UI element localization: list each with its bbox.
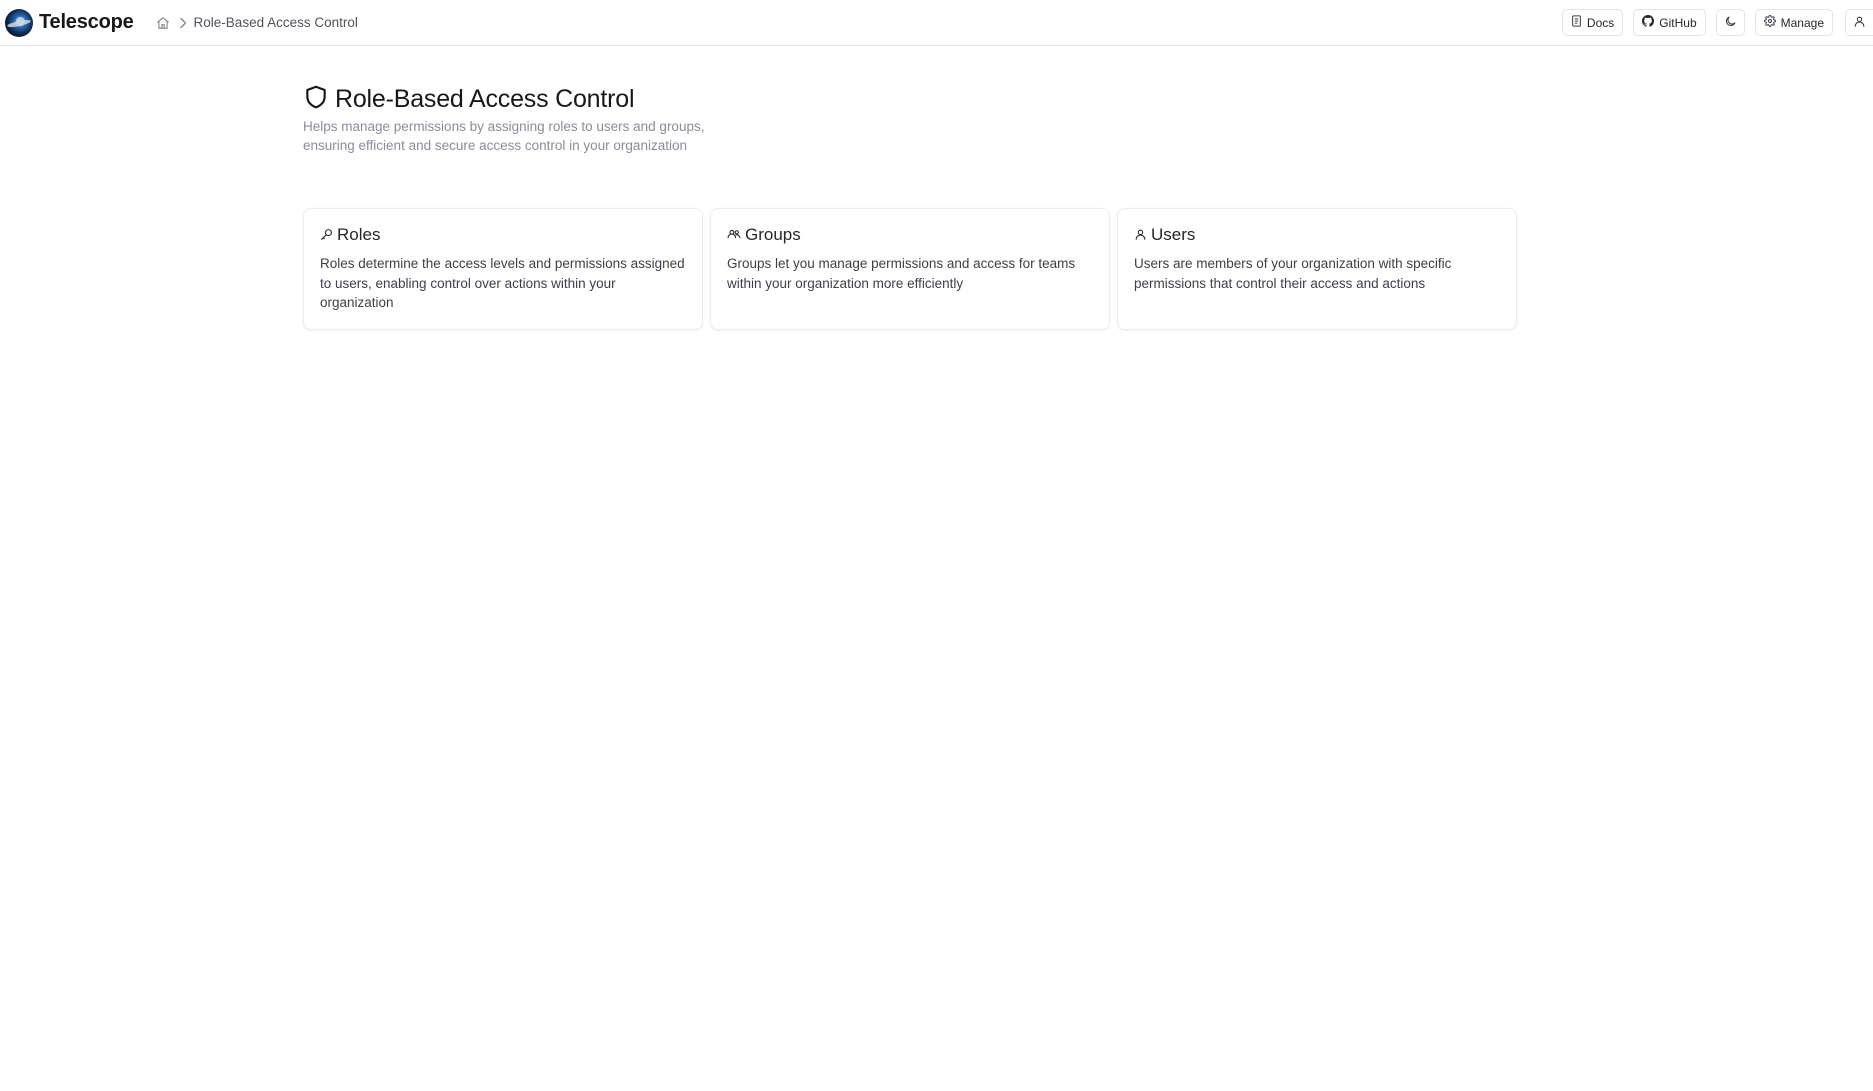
document-icon [1571, 15, 1587, 30]
groups-card-description: Groups let you manage permissions and ac… [727, 256, 1076, 291]
groups-card-header: Groups [727, 225, 1093, 245]
user-icon [1853, 15, 1866, 31]
shield-icon [303, 84, 329, 114]
github-label: GitHub [1659, 15, 1697, 30]
github-button[interactable]: GitHub [1633, 9, 1706, 36]
roles-card-title: Roles [337, 225, 381, 244]
user-menu-button[interactable] [1845, 9, 1873, 36]
groups-card-title: Groups [745, 225, 801, 244]
breadcrumb-current-page: Role-Based Access Control [193, 15, 358, 30]
github-icon [1642, 15, 1659, 30]
theme-toggle-button[interactable] [1715, 9, 1745, 36]
chevron-right-icon [178, 17, 188, 29]
docs-button[interactable]: Docs [1561, 9, 1624, 36]
manage-button[interactable]: Manage [1754, 9, 1833, 36]
users-card-header: Users [1134, 225, 1500, 245]
moon-icon [1724, 15, 1737, 31]
groups-card[interactable]: Groups Groups let you manage permissions… [710, 208, 1110, 330]
page-subtitle: Helps manage permissions by assigning ro… [303, 119, 705, 153]
users-card[interactable]: Users Users are members of your organiza… [1117, 208, 1517, 330]
breadcrumb: Role-Based Access Control [156, 15, 358, 30]
header-actions: Docs GitHub Manage [1552, 9, 1873, 36]
main-content: Role-Based Access Control Helps manage p… [303, 84, 1517, 330]
users-icon [727, 226, 745, 245]
docs-label: Docs [1586, 15, 1615, 30]
user-icon [1134, 226, 1151, 245]
page-title: Role-Based Access Control [335, 84, 635, 113]
page-header: Role-Based Access Control [303, 84, 1517, 114]
telescope-logo-icon [5, 8, 33, 37]
roles-card-description: Roles determine the access levels and pe… [320, 256, 685, 310]
rbac-cards: Roles Roles determine the access levels … [303, 208, 1517, 330]
users-card-title: Users [1151, 225, 1196, 244]
manage-label: Manage [1780, 15, 1824, 30]
roles-card[interactable]: Roles Roles determine the access levels … [303, 208, 703, 330]
key-icon [320, 226, 337, 245]
top-navigation-bar: Telescope Role-Based Access Control Docs [0, 0, 1873, 46]
home-icon[interactable] [156, 16, 170, 30]
gear-icon [1763, 15, 1781, 30]
users-card-description: Users are members of your organization w… [1134, 256, 1452, 291]
app-name: Telescope [39, 11, 134, 33]
brand-home-link[interactable]: Telescope [5, 8, 134, 37]
roles-card-header: Roles [320, 225, 686, 245]
